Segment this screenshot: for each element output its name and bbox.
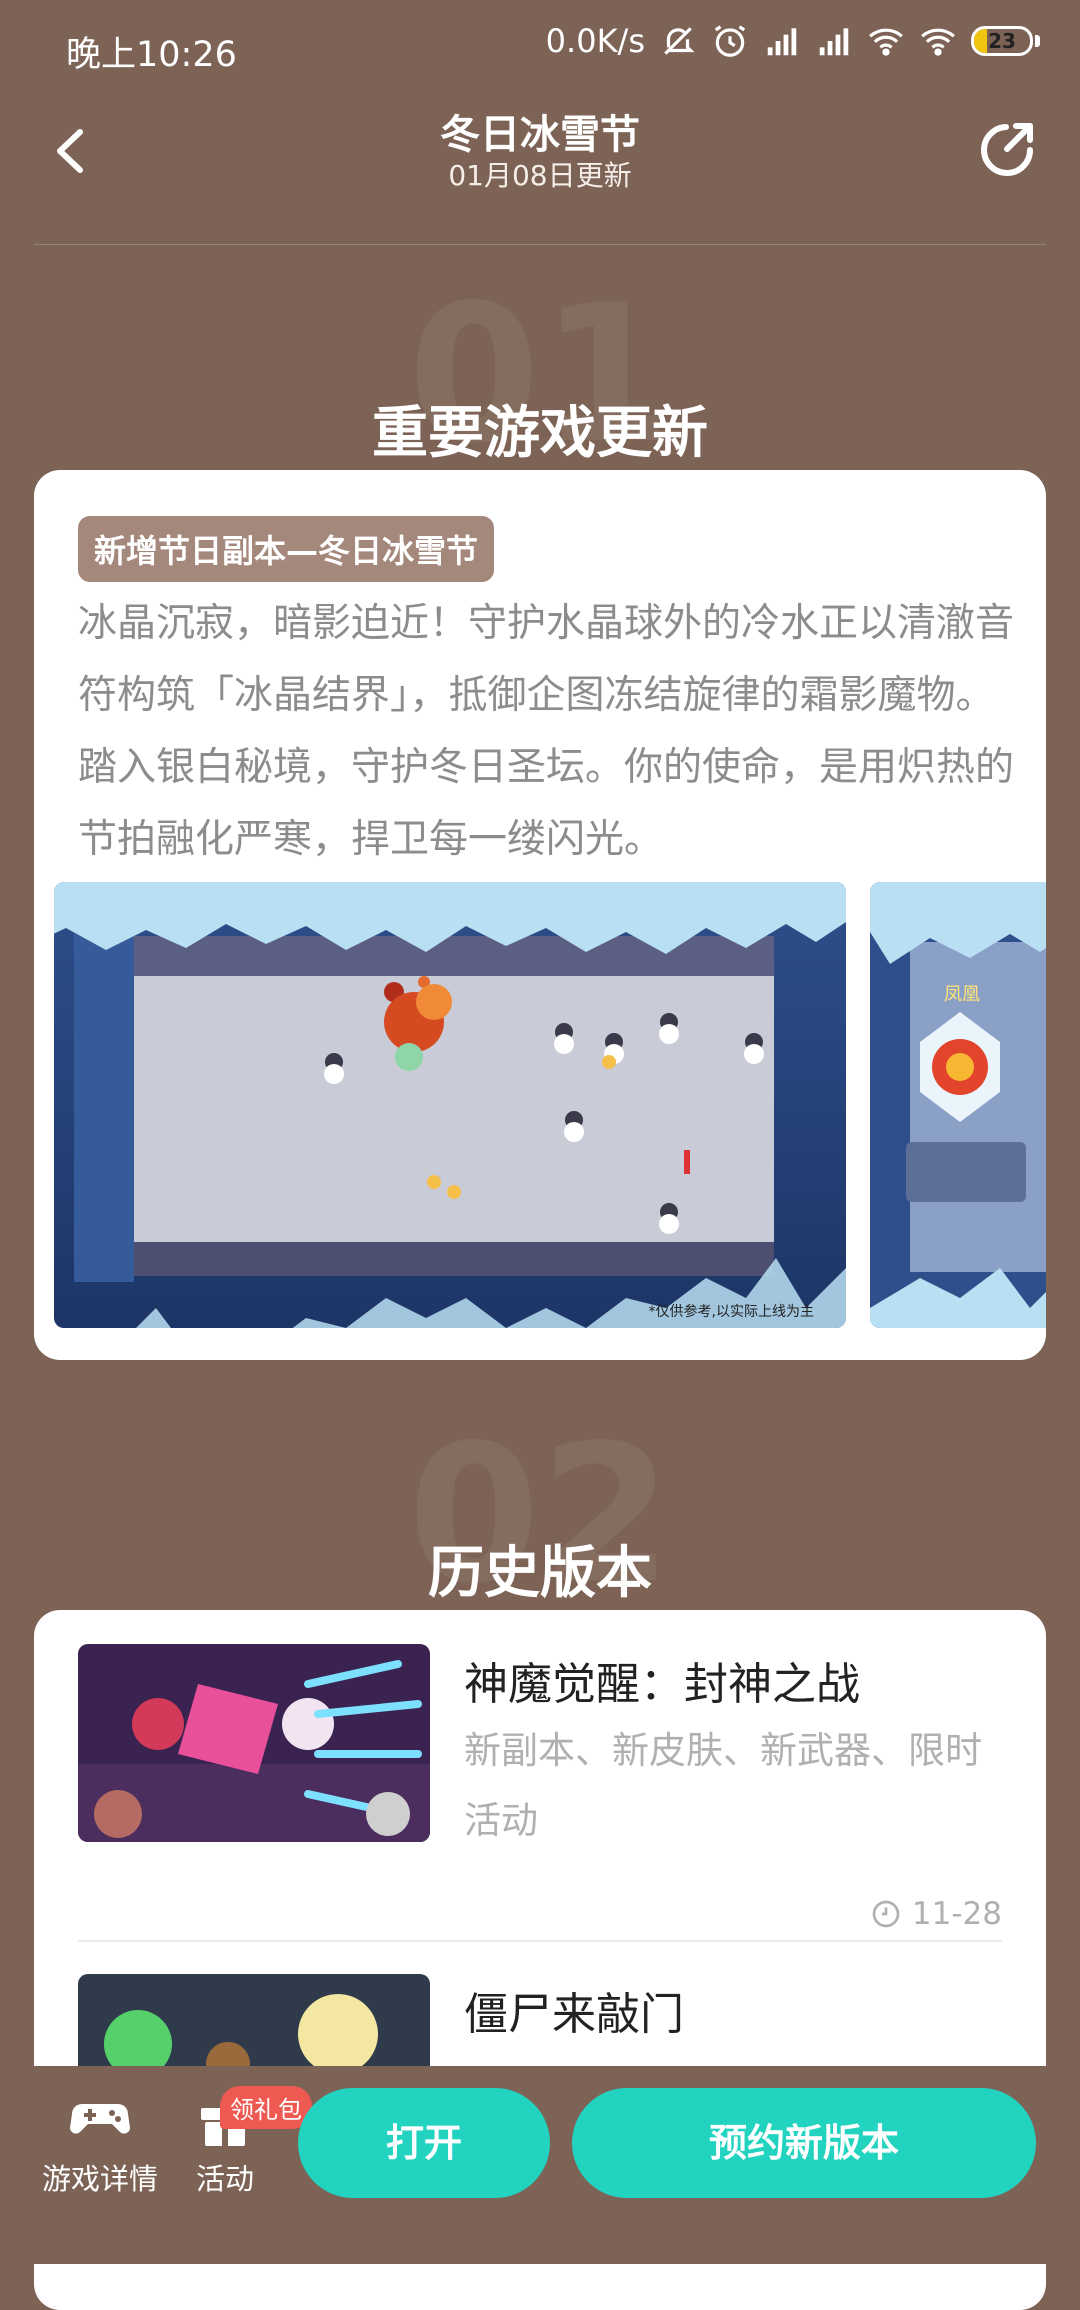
battery-level: 23: [988, 29, 1016, 53]
history-item-desc: 新副本、新皮肤、新武器、限时活动: [464, 1729, 982, 1842]
alarm-icon: [714, 25, 746, 57]
history-item-date: 11-28: [870, 1896, 1002, 1932]
game-screenshot-image: 凤凰: [870, 882, 1046, 1328]
status-bar: 晚上10:26 0.0K/s 23: [0, 0, 1080, 96]
page-title: 冬日冰雪节: [440, 112, 640, 158]
open-button[interactable]: 打开: [298, 2088, 550, 2198]
status-icons: 0.0K/s 23: [546, 22, 1040, 60]
hd-signal-icon: [819, 28, 849, 56]
screenshot-2-label: 凤凰: [944, 984, 980, 1005]
history-thumbnail: [78, 1644, 430, 1842]
gamepad-icon: [70, 2104, 130, 2134]
game-screenshot-image: *仅供参考,以实际上线为主: [54, 882, 846, 1328]
screenshot-caption: *仅供参考,以实际上线为主: [649, 1303, 814, 1320]
update-description: 冰晶沉寂，暗影迫近！守护水晶球外的冷水正以清澈音符构筑「冰晶结界」，抵御企图冻结…: [78, 601, 1015, 862]
share-icon[interactable]: [972, 114, 1042, 184]
status-time: 晚上10:26: [66, 35, 237, 75]
page-subtitle: 01月08日更新: [448, 159, 632, 192]
gift-badge: 领礼包: [220, 2086, 312, 2129]
update-tag: 新增节日副本—冬日冰雪节: [78, 516, 495, 582]
hd-signal-icon: [767, 28, 797, 56]
history-item-date-text: 11-28: [911, 1896, 1002, 1932]
battery-tip: [1035, 35, 1040, 47]
history-item-name: 神魔觉醒：封神之战: [464, 1659, 860, 1710]
clock-icon: [872, 1900, 900, 1928]
page-header: 冬日冰雪节 01月08日更新: [0, 96, 1080, 246]
tab-game-details[interactable]: 游戏详情: [42, 2086, 158, 2198]
header-divider: [34, 244, 1046, 245]
screenshot-1[interactable]: *仅供参考,以实际上线为主: [54, 882, 846, 1328]
screenshot-2[interactable]: 凤凰: [870, 882, 1046, 1328]
history-item-name: 僵尸来敲门: [464, 1989, 684, 2040]
section-title-important: 重要游戏更新: [372, 401, 708, 466]
wifi-icon: [921, 28, 955, 56]
reserve-new-version-button[interactable]: 预约新版本: [572, 2088, 1036, 2198]
history-divider: [78, 1940, 1002, 1942]
update-card: 新增节日副本—冬日冰雪节 冰晶沉寂，暗影迫近！守护水晶球外的冷水正以清澈音符构筑…: [34, 470, 1046, 1360]
tab-activity-label: 活动: [195, 2162, 254, 2196]
bottom-bar: 游戏详情 活动 领礼包 打开 预约新版本: [0, 2066, 1080, 2264]
wifi-calling-icon: [869, 28, 903, 56]
section-title-history: 历史版本: [428, 1541, 652, 1606]
tab-game-details-label: 游戏详情: [42, 2162, 159, 2196]
mute-bell-icon: [664, 27, 695, 55]
battery-icon: 23: [971, 26, 1033, 56]
network-speed: 0.0K/s: [545, 22, 645, 60]
